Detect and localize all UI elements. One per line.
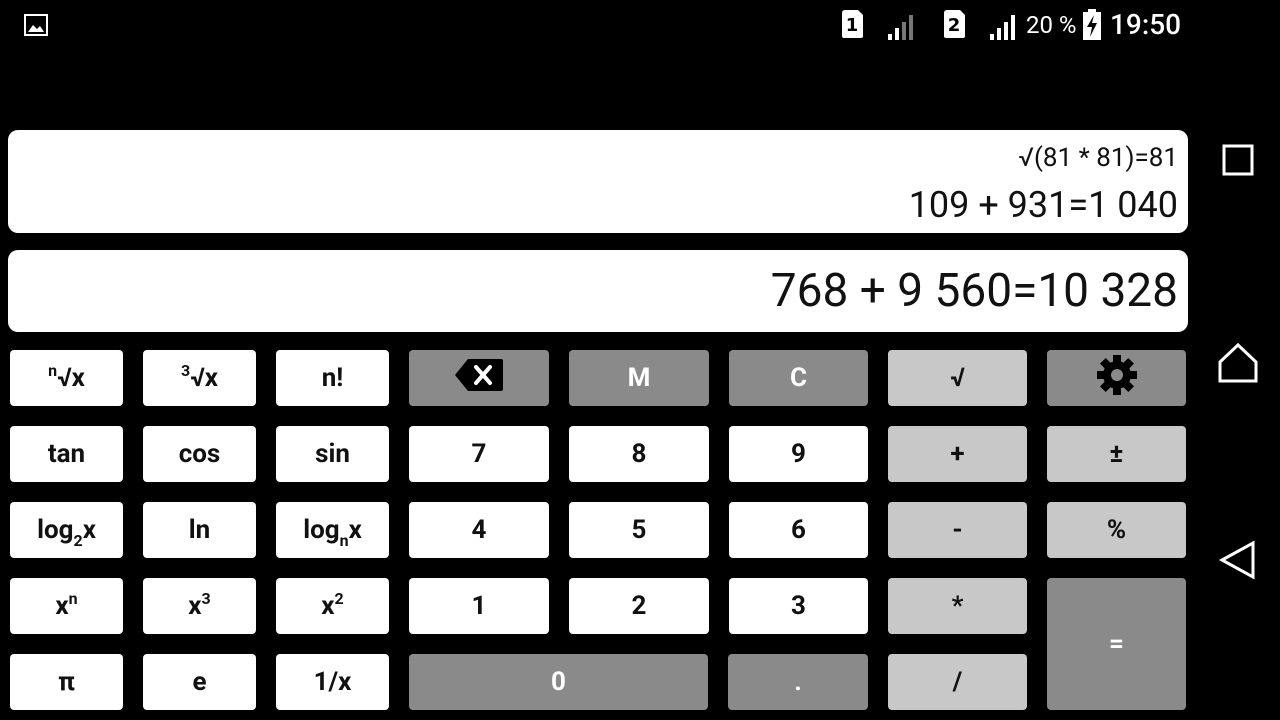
square-sup: 2 [334, 589, 344, 608]
image-notification-icon [24, 14, 48, 36]
navigation-bar [1188, 50, 1280, 720]
digit-6-button[interactable]: 6 [729, 502, 868, 558]
digit-2-button[interactable]: 2 [569, 578, 709, 634]
cube-root-label: √x [190, 363, 218, 393]
digit-0-button[interactable]: 0 [409, 654, 708, 710]
nth-root-button[interactable]: n √x [10, 350, 123, 406]
home-icon[interactable] [1218, 342, 1258, 383]
digit-3-button[interactable]: 3 [729, 578, 868, 634]
status-bar: 1 2 20 % 19:50 [0, 0, 1280, 50]
log2-label: log [37, 515, 74, 545]
clock: 19:50 [1110, 8, 1182, 41]
battery-percent: 20 % [1026, 11, 1077, 39]
clear-button[interactable]: C [729, 350, 868, 406]
settings-button[interactable] [1047, 350, 1186, 406]
gear-icon [1096, 354, 1138, 403]
memory-button[interactable]: M [569, 350, 709, 406]
power-n-label: x [55, 591, 69, 621]
digit-1-button[interactable]: 1 [409, 578, 549, 634]
minus-button[interactable]: - [888, 502, 1027, 558]
reciprocal-button[interactable]: 1/x [276, 654, 389, 710]
square-button[interactable]: x2 [276, 578, 389, 634]
percent-button[interactable]: % [1047, 502, 1186, 558]
logn-suffix: x [348, 515, 362, 545]
nth-root-sup: n [48, 361, 58, 380]
back-icon[interactable] [1218, 540, 1258, 580]
cos-button[interactable]: cos [143, 426, 256, 482]
cube-root-sup: 3 [181, 361, 191, 380]
logn-label: log [303, 515, 340, 545]
history-line-1: √(81 * 81)=81 [1018, 143, 1179, 173]
cube-label: x [188, 591, 202, 621]
plus-minus-button[interactable]: ± [1047, 426, 1186, 482]
history-line-2: 109 + 931=1 040 [908, 184, 1178, 226]
digit-8-button[interactable]: 8 [569, 426, 709, 482]
signal2-icon [988, 10, 1020, 40]
digit-4-button[interactable]: 4 [409, 502, 549, 558]
current-expression-panel[interactable]: 768 + 9 560=10 328 [8, 250, 1188, 332]
digit-5-button[interactable]: 5 [569, 502, 709, 558]
tan-button[interactable]: tan [10, 426, 123, 482]
cube-button[interactable]: x3 [143, 578, 256, 634]
cube-sup: 3 [201, 589, 211, 608]
digit-7-button[interactable]: 7 [409, 426, 549, 482]
svg-text:1: 1 [846, 15, 859, 36]
ln-button[interactable]: ln [143, 502, 256, 558]
square-label: x [321, 591, 335, 621]
log2-suffix: x [82, 515, 96, 545]
logn-sub: n [339, 531, 349, 550]
digit-9-button[interactable]: 9 [729, 426, 868, 482]
divide-button[interactable]: / [888, 654, 1027, 710]
backspace-button[interactable] [409, 350, 549, 406]
nth-root-label: √x [57, 363, 85, 393]
power-n-sup: n [68, 589, 78, 608]
sin-button[interactable]: sin [276, 426, 389, 482]
factorial-button[interactable]: n! [276, 350, 389, 406]
battery-charging-icon [1082, 9, 1102, 41]
signal1-icon [886, 10, 918, 40]
current-expression: 768 + 9 560=10 328 [770, 264, 1178, 318]
sim1-icon: 1 [840, 9, 864, 39]
recents-icon[interactable] [1218, 140, 1258, 180]
pi-button[interactable]: π [10, 654, 123, 710]
svg-text:2: 2 [948, 15, 961, 36]
backspace-icon [454, 358, 504, 399]
log2-button[interactable]: log 2 x [10, 502, 123, 558]
sqrt-button[interactable]: √ [888, 350, 1027, 406]
cube-root-button[interactable]: 3 √x [143, 350, 256, 406]
equals-button[interactable]: = [1047, 578, 1186, 710]
logn-button[interactable]: log n x [276, 502, 389, 558]
sim2-icon: 2 [942, 9, 966, 39]
euler-button[interactable]: e [143, 654, 256, 710]
log2-sub: 2 [73, 531, 83, 550]
plus-button[interactable]: + [888, 426, 1027, 482]
multiply-button[interactable]: * [888, 578, 1027, 634]
decimal-point-button[interactable]: . [728, 654, 868, 710]
power-n-button[interactable]: xn [10, 578, 123, 634]
history-panel: √(81 * 81)=81 109 + 931=1 040 [8, 130, 1188, 233]
